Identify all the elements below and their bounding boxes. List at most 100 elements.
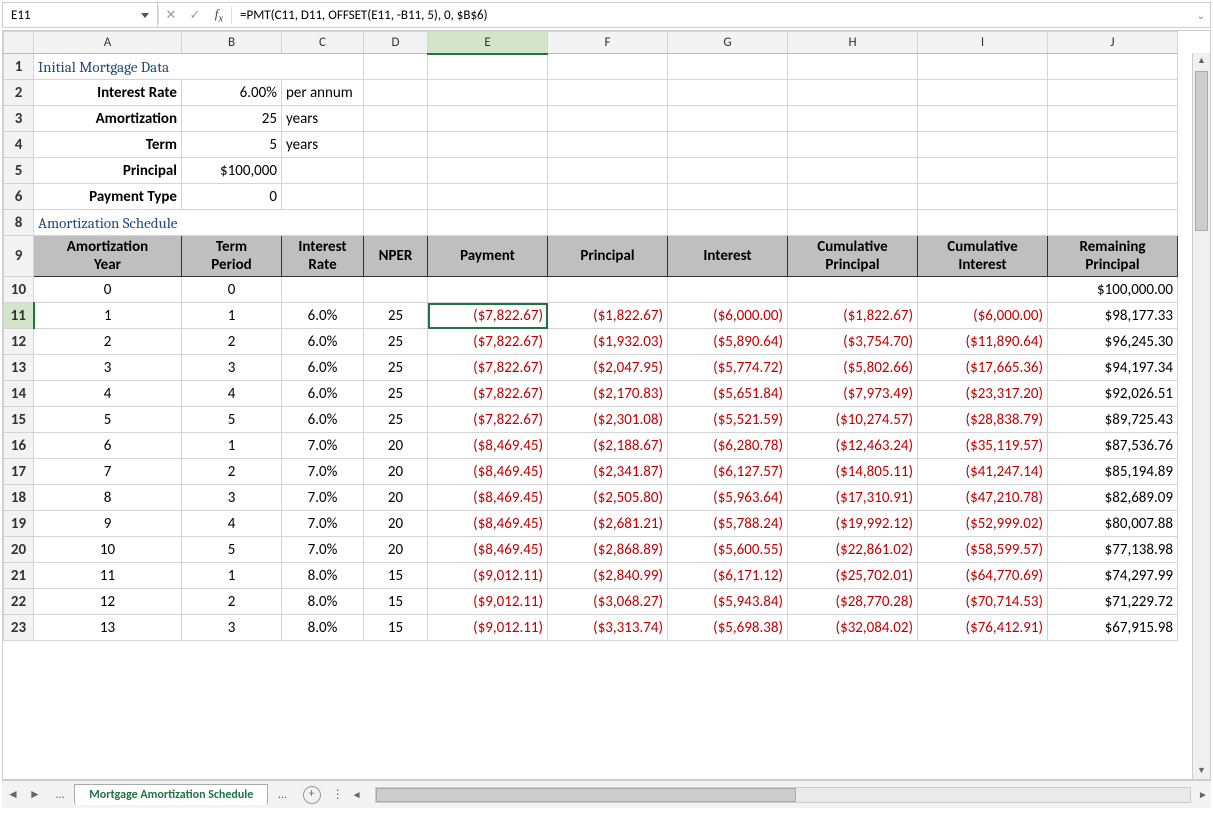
cell-remaining[interactable]: $71,229.72 (1048, 589, 1178, 615)
cell[interactable] (788, 54, 918, 80)
cell-payment[interactable]: ($8,469.45) (428, 459, 548, 485)
cell[interactable] (788, 158, 918, 184)
cell[interactable] (364, 106, 428, 132)
sched-header-Interest[interactable]: CumulativeInterest (918, 236, 1048, 277)
cell[interactable] (548, 184, 668, 210)
cell-year[interactable]: 7 (34, 459, 182, 485)
col-header-H[interactable]: H (788, 32, 918, 54)
cell[interactable] (1048, 132, 1178, 158)
cell[interactable] (548, 158, 668, 184)
row-header-23[interactable]: 23 (4, 615, 34, 641)
row-header-21[interactable]: 21 (4, 563, 34, 589)
cell-interest[interactable]: ($5,600.55) (668, 537, 788, 563)
cell-payment[interactable] (428, 277, 548, 303)
cell-cum-principal[interactable]: ($3,754.70) (788, 329, 918, 355)
cell-nper[interactable]: 20 (364, 433, 428, 459)
cell-year[interactable]: 13 (34, 615, 182, 641)
cell[interactable] (1048, 158, 1178, 184)
cell-remaining[interactable]: $89,725.43 (1048, 407, 1178, 433)
cell-remaining[interactable]: $80,007.88 (1048, 511, 1178, 537)
cell-year[interactable]: 5 (34, 407, 182, 433)
cell-principal[interactable]: ($2,505.80) (548, 485, 668, 511)
cell-payment[interactable]: ($7,822.67) (428, 407, 548, 433)
cell-rate[interactable]: 7.0% (282, 459, 364, 485)
cell-cum-principal[interactable]: ($5,802.66) (788, 355, 918, 381)
initial-unit[interactable]: years (282, 106, 364, 132)
cell-remaining[interactable]: $92,026.51 (1048, 381, 1178, 407)
cell[interactable] (428, 184, 548, 210)
col-header-F[interactable]: F (548, 32, 668, 54)
cell-rate[interactable]: 6.0% (282, 407, 364, 433)
vertical-scrollbar[interactable]: ▲ ▼ (1192, 53, 1210, 779)
initial-value[interactable]: 5 (182, 132, 282, 158)
formula-input[interactable]: =PMT(C11, D11, OFFSET(E11, -B11, 5), 0, … (232, 8, 1192, 23)
cell-term[interactable]: 0 (182, 277, 282, 303)
cell[interactable] (364, 210, 428, 236)
row-header-20[interactable]: 20 (4, 537, 34, 563)
cell[interactable] (428, 158, 548, 184)
cell-principal[interactable]: ($2,170.83) (548, 381, 668, 407)
initial-label[interactable]: Interest Rate (34, 80, 182, 106)
cell-nper[interactable]: 25 (364, 407, 428, 433)
cell-cum-interest[interactable]: ($6,000.00) (918, 303, 1048, 329)
cell[interactable] (668, 106, 788, 132)
cell-rate[interactable]: 6.0% (282, 303, 364, 329)
cell-remaining[interactable]: $87,536.76 (1048, 433, 1178, 459)
cell[interactable] (788, 210, 918, 236)
cell[interactable] (668, 54, 788, 80)
cell-remaining[interactable]: $96,245.30 (1048, 329, 1178, 355)
cell-rate[interactable]: 6.0% (282, 355, 364, 381)
cell[interactable] (364, 184, 428, 210)
name-box[interactable]: E11 (3, 3, 158, 27)
scroll-right-arrow-icon[interactable]: ► (1195, 788, 1211, 801)
cell-cum-principal[interactable]: ($32,084.02) (788, 615, 918, 641)
cell[interactable] (1048, 54, 1178, 80)
cell-principal[interactable]: ($2,868.89) (548, 537, 668, 563)
cell-term[interactable]: 1 (182, 433, 282, 459)
sched-header-Principal[interactable]: CumulativePrincipal (788, 236, 918, 277)
cell-cum-principal[interactable]: ($19,992.12) (788, 511, 918, 537)
cell-payment[interactable]: ($8,469.45) (428, 511, 548, 537)
cell[interactable] (548, 210, 668, 236)
cell[interactable] (428, 132, 548, 158)
cell-nper[interactable]: 25 (364, 303, 428, 329)
cell-interest[interactable]: ($5,698.38) (668, 615, 788, 641)
row-header-22[interactable]: 22 (4, 589, 34, 615)
row-header-18[interactable]: 18 (4, 485, 34, 511)
cell[interactable] (548, 106, 668, 132)
sched-header-Interest[interactable]: Interest (668, 236, 788, 277)
col-header-A[interactable]: A (34, 32, 182, 54)
cell[interactable] (668, 184, 788, 210)
cell-principal[interactable]: ($1,932.03) (548, 329, 668, 355)
cell-year[interactable]: 11 (34, 563, 182, 589)
cell[interactable] (548, 80, 668, 106)
section-title-schedule[interactable]: Amortization Schedule (34, 210, 364, 236)
initial-label[interactable]: Term (34, 132, 182, 158)
cell-nper[interactable]: 15 (364, 615, 428, 641)
cell-term[interactable]: 5 (182, 407, 282, 433)
cell-nper[interactable]: 20 (364, 537, 428, 563)
cell[interactable] (364, 80, 428, 106)
cell-nper[interactable]: 15 (364, 589, 428, 615)
cell-term[interactable]: 4 (182, 511, 282, 537)
cell-cum-principal[interactable]: ($28,770.28) (788, 589, 918, 615)
cell-remaining[interactable]: $98,177.33 (1048, 303, 1178, 329)
row-header-11[interactable]: 11 (4, 303, 34, 329)
cell-cum-interest[interactable]: ($23,317.20) (918, 381, 1048, 407)
cell-year[interactable]: 10 (34, 537, 182, 563)
cell[interactable] (918, 158, 1048, 184)
row-header-10[interactable]: 10 (4, 277, 34, 303)
sheet-tab-active[interactable]: Mortgage Amortization Schedule (74, 784, 268, 805)
cell[interactable] (1048, 106, 1178, 132)
row-header-6[interactable]: 6 (4, 184, 34, 210)
cell-interest[interactable]: ($5,651.84) (668, 381, 788, 407)
cell-rate[interactable]: 7.0% (282, 537, 364, 563)
cancel-formula-button[interactable]: ✕ (159, 3, 183, 27)
cell-interest[interactable]: ($6,127.57) (668, 459, 788, 485)
initial-value[interactable]: $100,000 (182, 158, 282, 184)
cell-year[interactable]: 12 (34, 589, 182, 615)
cell-remaining[interactable]: $100,000.00 (1048, 277, 1178, 303)
cell-cum-principal[interactable]: ($10,274.57) (788, 407, 918, 433)
initial-unit[interactable] (282, 184, 364, 210)
cell-interest[interactable]: ($5,774.72) (668, 355, 788, 381)
